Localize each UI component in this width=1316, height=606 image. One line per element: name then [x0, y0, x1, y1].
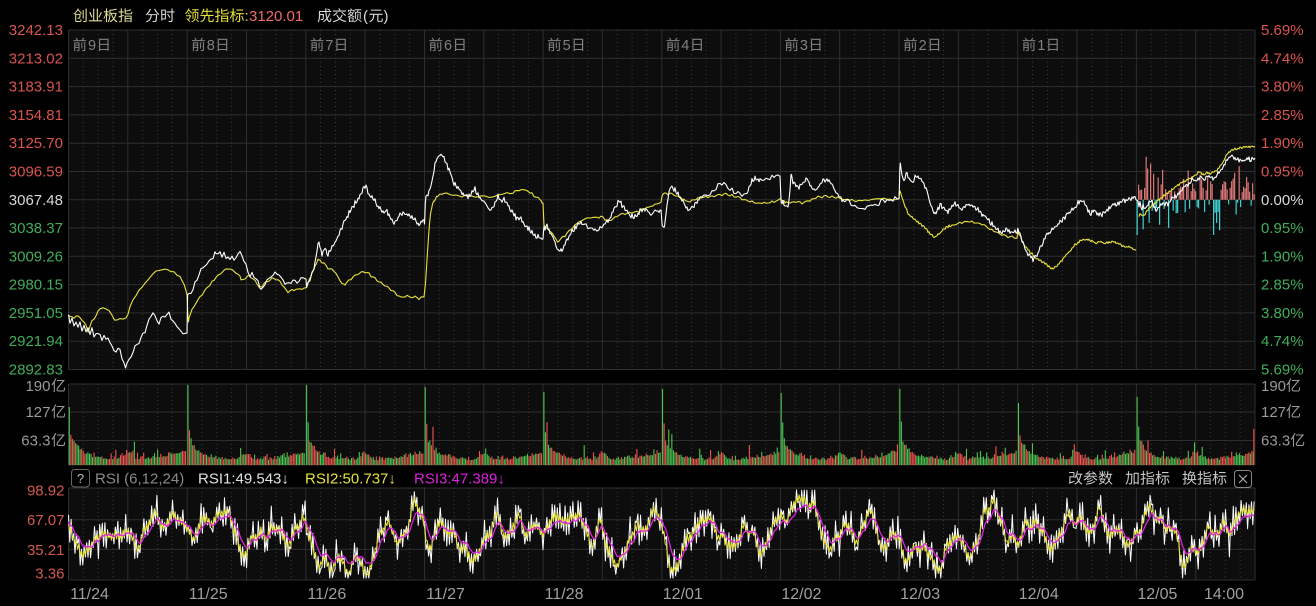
- svg-text:5.69%: 5.69%: [1261, 362, 1304, 379]
- svg-text:2951.05: 2951.05: [9, 305, 63, 322]
- svg-text:1.90%: 1.90%: [1261, 135, 1304, 152]
- svg-text:0.95%: 0.95%: [1261, 164, 1304, 181]
- svg-text:3.36: 3.36: [35, 566, 64, 583]
- svg-text:RSI2:50.737↓: RSI2:50.737↓: [305, 471, 396, 488]
- svg-text:11/27: 11/27: [426, 586, 465, 603]
- svg-text:4.74%: 4.74%: [1261, 333, 1304, 350]
- svg-text:2892.83: 2892.83: [9, 362, 63, 379]
- svg-text:RSI3:47.389↓: RSI3:47.389↓: [414, 471, 505, 488]
- svg-text:3096.59: 3096.59: [9, 164, 63, 181]
- svg-text:3.80%: 3.80%: [1261, 305, 1304, 322]
- svg-text:4.74%: 4.74%: [1261, 50, 1304, 67]
- svg-text:98.92: 98.92: [27, 483, 65, 500]
- svg-text:2921.94: 2921.94: [9, 333, 63, 350]
- svg-text:3120.01: 3120.01: [249, 8, 303, 25]
- svg-text:0.00%: 0.00%: [1261, 192, 1304, 209]
- svg-text:11/25: 11/25: [189, 586, 228, 603]
- svg-text:127: 127: [25, 404, 50, 421]
- svg-text:4: 4: [681, 38, 689, 54]
- svg-text:7: 7: [325, 38, 333, 54]
- svg-text:11/26: 11/26: [307, 586, 346, 603]
- svg-text:14:00: 14:00: [1204, 586, 1244, 603]
- svg-text:35.21: 35.21: [27, 542, 65, 559]
- svg-text:3.80%: 3.80%: [1261, 79, 1304, 96]
- svg-text:5.69%: 5.69%: [1261, 22, 1304, 39]
- svg-text:6: 6: [444, 38, 452, 54]
- svg-text:?: ?: [77, 471, 84, 486]
- svg-text:5: 5: [563, 38, 571, 54]
- svg-text:3183.91: 3183.91: [9, 79, 63, 96]
- svg-text:127: 127: [1261, 404, 1286, 421]
- svg-text:12/01: 12/01: [663, 586, 703, 603]
- svg-text:1.90%: 1.90%: [1261, 248, 1304, 265]
- svg-text:67.07: 67.07: [27, 512, 65, 529]
- svg-text:1: 1: [1037, 38, 1045, 54]
- svg-text:3009.26: 3009.26: [9, 248, 63, 265]
- svg-text:63.3: 63.3: [21, 433, 50, 450]
- svg-text:11/24: 11/24: [70, 586, 109, 603]
- svg-text:8: 8: [207, 38, 215, 54]
- svg-text:(: (: [363, 8, 368, 25]
- svg-text:3038.37: 3038.37: [9, 220, 63, 237]
- svg-text:2: 2: [919, 38, 927, 54]
- svg-text:11/28: 11/28: [545, 586, 584, 603]
- svg-text:12/02: 12/02: [781, 586, 821, 603]
- svg-text:12/04: 12/04: [1019, 586, 1059, 603]
- svg-text:12/05: 12/05: [1137, 586, 1177, 603]
- svg-text:): ): [384, 8, 389, 25]
- svg-text:12/03: 12/03: [900, 586, 940, 603]
- svg-text:190: 190: [25, 378, 50, 395]
- svg-text:3242.13: 3242.13: [9, 22, 63, 39]
- svg-text:3067.48: 3067.48: [9, 192, 63, 209]
- svg-text:2980.15: 2980.15: [9, 277, 63, 294]
- svg-text:2.85%: 2.85%: [1261, 277, 1304, 294]
- svg-text:3154.81: 3154.81: [9, 107, 63, 124]
- svg-text:RSI1:49.543↓: RSI1:49.543↓: [198, 471, 289, 488]
- svg-text:RSI (6,12,24): RSI (6,12,24): [95, 471, 184, 488]
- svg-text:0.95%: 0.95%: [1261, 220, 1304, 237]
- svg-text:3125.70: 3125.70: [9, 135, 63, 152]
- svg-text:2.85%: 2.85%: [1261, 107, 1304, 124]
- svg-text:9: 9: [88, 38, 96, 54]
- svg-text:3213.02: 3213.02: [9, 50, 63, 67]
- svg-text:190: 190: [1261, 378, 1286, 395]
- svg-text:63.3: 63.3: [1261, 433, 1290, 450]
- svg-text:3: 3: [800, 38, 808, 54]
